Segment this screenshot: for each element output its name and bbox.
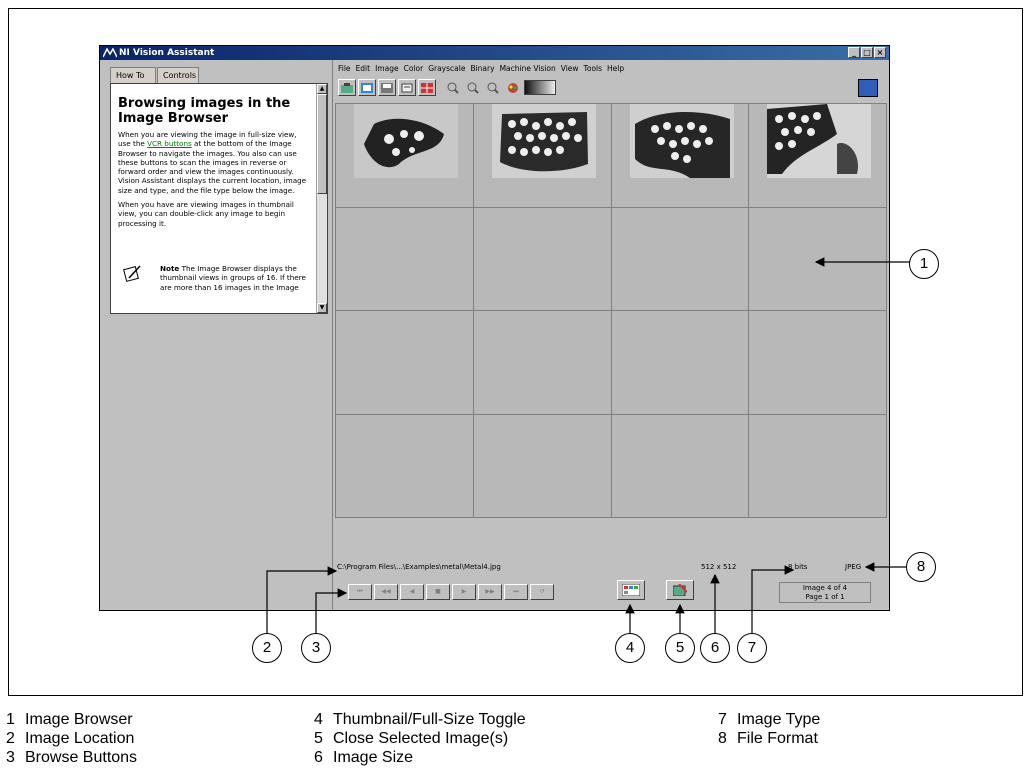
callout-arrows — [266, 257, 910, 635]
legend-item: 4 Thumbnail/Full-Size Toggle — [314, 711, 526, 728]
legend-item: 1 Image Browser — [6, 711, 133, 728]
callout-8: 8 — [906, 552, 936, 582]
callout-4: 4 — [615, 633, 645, 663]
legend-item: 8 File Format — [718, 730, 818, 747]
callout-5: 5 — [665, 633, 695, 663]
legend-column-3: 7 Image Type 8 File Format — [718, 710, 820, 748]
legend-item: 6 Image Size — [314, 749, 414, 766]
callout-arrow-7 — [751, 565, 795, 635]
callout-2: 2 — [252, 633, 282, 663]
callout-6: 6 — [700, 633, 730, 663]
legend-column-1: 1 Image Browser 2 Image Location 3 Browse B… — [6, 710, 137, 767]
callout-3: 3 — [301, 633, 331, 663]
legend-item: 2 Image Location — [6, 730, 135, 747]
legend-item: 3 Browse Buttons — [6, 749, 138, 766]
callout-7: 7 — [737, 633, 767, 663]
callout-1: 1 — [909, 249, 939, 279]
legend-column-2: 4 Thumbnail/Full-Size Toggle 5 Close Selec… — [314, 710, 526, 767]
legend-item: 5 Close Selected Image(s) — [314, 730, 509, 747]
callout-arrow-2 — [266, 566, 338, 635]
legend-item: 7 Image Type — [718, 711, 821, 728]
callout-arrow-3 — [315, 588, 348, 635]
